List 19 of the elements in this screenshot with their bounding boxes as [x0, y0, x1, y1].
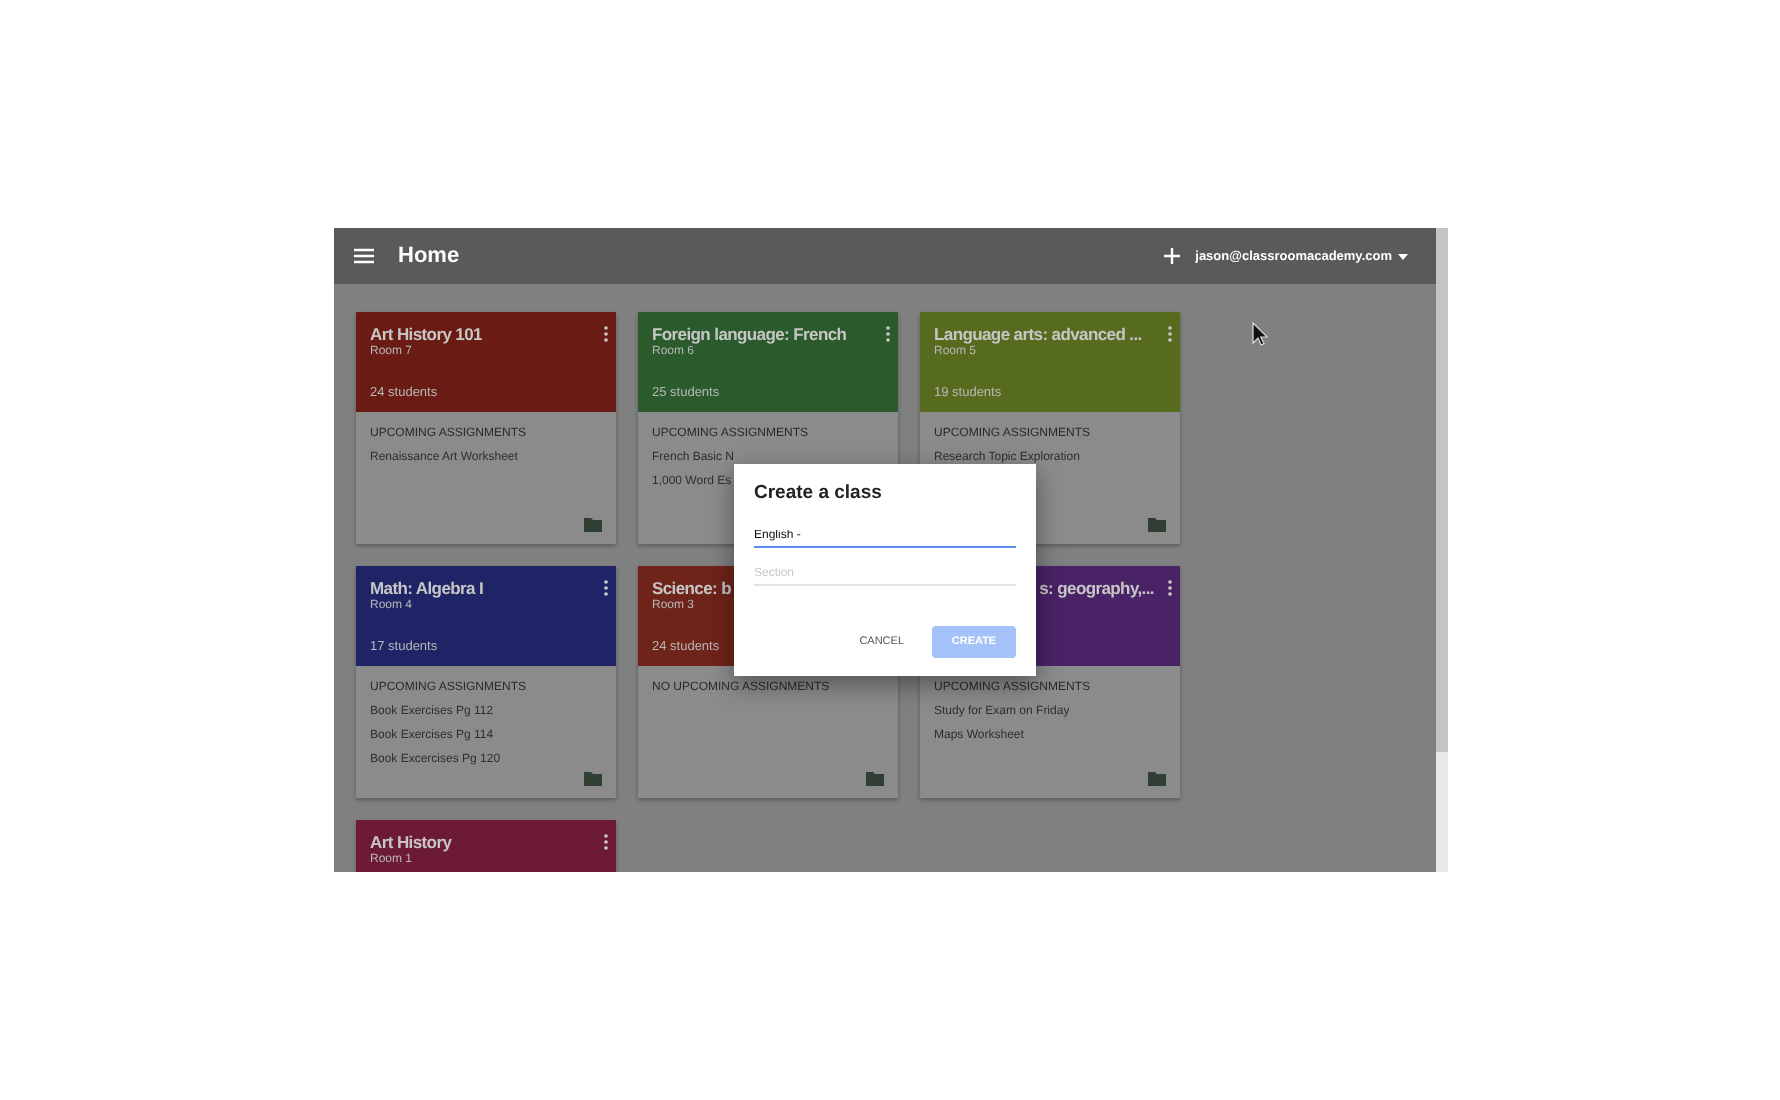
- page-title: Home: [398, 244, 462, 268]
- add-icon[interactable]: [1163, 248, 1180, 264]
- class-title: s: geography,...: [1039, 578, 1154, 598]
- class-title: Art History 101: [370, 324, 482, 344]
- class-title: Language arts: advanced ...: [934, 324, 1142, 344]
- mouse-pointer-icon: [1252, 322, 1268, 346]
- folder-icon[interactable]: [584, 518, 602, 532]
- folder-icon[interactable]: [584, 772, 602, 786]
- class-title: Art History: [370, 832, 452, 852]
- class-title: Science: b: [652, 578, 732, 598]
- dialog-title: Create a class: [754, 482, 884, 504]
- menu-icon[interactable]: [354, 248, 374, 264]
- scrollbar[interactable]: [1436, 228, 1448, 872]
- folder-icon[interactable]: [1148, 518, 1166, 532]
- class-title: Math: Algebra I: [370, 578, 484, 598]
- class-title: Foreign language: French: [652, 324, 847, 344]
- folder-icon[interactable]: [1148, 772, 1166, 786]
- caret-icon: [1398, 253, 1408, 259]
- folder-icon[interactable]: [866, 772, 884, 786]
